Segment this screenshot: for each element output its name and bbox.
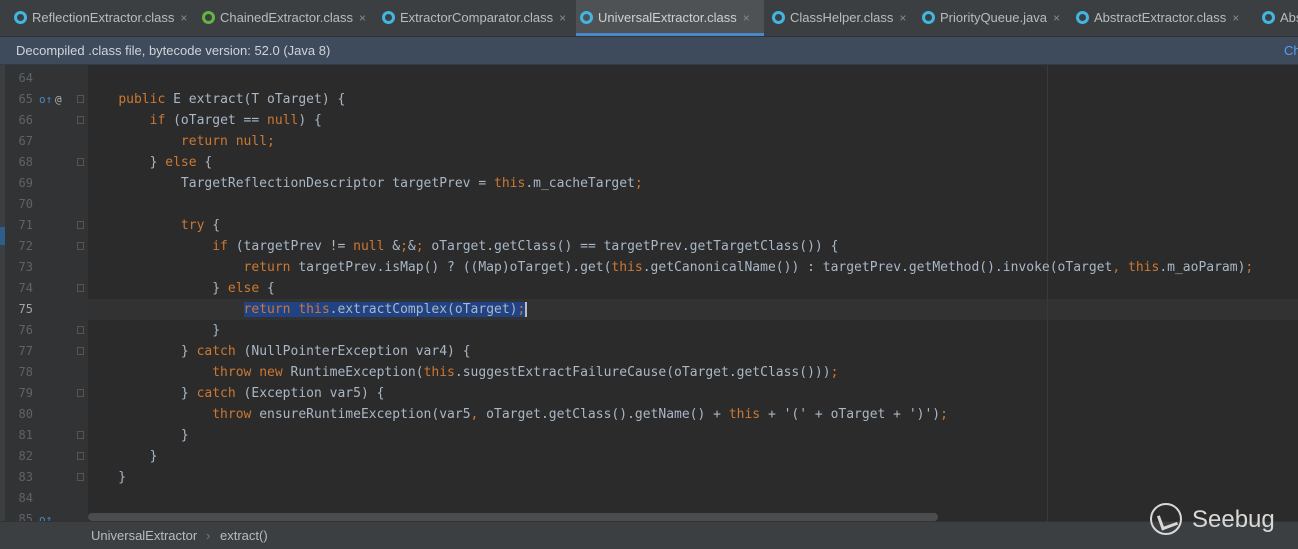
- editor-tab[interactable]: ClassHelper.class ×: [768, 0, 918, 36]
- tab-label: UniversalExtractor.class: [598, 10, 737, 25]
- fold-marker-icon[interactable]: [77, 284, 84, 292]
- line-number: 84: [18, 491, 33, 505]
- code-line[interactable]: } catch (Exception var5) {: [87, 383, 385, 404]
- decompiled-info-bar: Decompiled .class file, bytecode version…: [0, 37, 1298, 65]
- code-line[interactable]: TargetReflectionDescriptor targetPrev = …: [87, 173, 643, 194]
- code-line[interactable]: } else {: [87, 152, 213, 173]
- class-icon: [1076, 11, 1089, 25]
- close-icon[interactable]: ×: [1053, 11, 1060, 25]
- tab-label: ExtractorComparator.class: [400, 10, 554, 25]
- line-number: 78: [18, 365, 33, 379]
- line-number: 68: [18, 155, 33, 169]
- fold-marker-icon[interactable]: [77, 452, 84, 460]
- code-line[interactable]: } else {: [87, 278, 275, 299]
- code-line[interactable]: throw new RuntimeException(this.suggestE…: [87, 362, 838, 383]
- line-number: 76: [18, 323, 33, 337]
- code-line[interactable]: return targetPrev.isMap() ? ((Map)oTarge…: [87, 257, 1254, 278]
- close-icon[interactable]: ×: [359, 11, 366, 25]
- right-margin-guide: [1047, 65, 1048, 521]
- class-icon: [382, 11, 395, 25]
- line-number: 70: [18, 197, 33, 211]
- fold-marker-icon[interactable]: [77, 95, 84, 103]
- fold-marker-icon[interactable]: [77, 221, 84, 229]
- code-line[interactable]: }: [87, 425, 189, 446]
- line-number: 73: [18, 260, 33, 274]
- fold-marker-icon[interactable]: [77, 347, 84, 355]
- fold-marker-icon[interactable]: [77, 326, 84, 334]
- line-number: 80: [18, 407, 33, 421]
- decompiled-info-message: Decompiled .class file, bytecode version…: [16, 43, 331, 58]
- editor-tab[interactable]: PriorityQueue.java ×: [918, 0, 1072, 36]
- line-number: 66: [18, 113, 33, 127]
- code-line[interactable]: public E extract(T oTarget) {: [87, 89, 345, 110]
- line-number: 65: [18, 92, 33, 106]
- close-icon[interactable]: ×: [1232, 11, 1239, 25]
- code-line[interactable]: return null;: [87, 131, 275, 152]
- editor-tab[interactable]: ReflectionExtractor.class ×: [10, 0, 198, 36]
- class-icon: [772, 11, 785, 25]
- code-line[interactable]: try {: [87, 215, 220, 236]
- line-number: 79: [18, 386, 33, 400]
- line-number: 77: [18, 344, 33, 358]
- override-method-icon[interactable]: o↑: [39, 89, 52, 110]
- editor-tab[interactable]: UniversalExtractor.class ×: [576, 0, 764, 36]
- tab-label: AbstractExtractor.class: [1094, 10, 1227, 25]
- close-icon[interactable]: ×: [743, 11, 750, 25]
- editor-tab[interactable]: Abs: [1258, 0, 1298, 36]
- line-number: 74: [18, 281, 33, 295]
- tab-label: ReflectionExtractor.class: [32, 10, 175, 25]
- code-line[interactable]: }: [87, 320, 220, 341]
- tab-label: ClassHelper.class: [790, 10, 894, 25]
- choose-sources-link[interactable]: Ch: [1284, 37, 1298, 64]
- code-line[interactable]: }: [87, 467, 126, 488]
- line-number: 82: [18, 449, 33, 463]
- tab-label: PriorityQueue.java: [940, 10, 1047, 25]
- seebug-logo-icon: [1150, 503, 1182, 535]
- class-icon: [202, 11, 215, 25]
- editor-tab[interactable]: AbstractExtractor.class ×: [1072, 0, 1258, 36]
- class-icon: [1262, 11, 1275, 25]
- fold-marker-icon[interactable]: [77, 389, 84, 397]
- line-number: 64: [18, 71, 33, 85]
- line-number: 69: [18, 176, 33, 190]
- fold-marker-icon[interactable]: [77, 473, 84, 481]
- class-icon: [580, 11, 593, 25]
- fold-marker-icon[interactable]: [77, 158, 84, 166]
- close-icon[interactable]: ×: [180, 11, 187, 25]
- close-icon[interactable]: ×: [899, 11, 906, 25]
- class-icon: [922, 11, 935, 25]
- code-line[interactable]: throw ensureRuntimeException(var5, oTarg…: [87, 404, 948, 425]
- code-line[interactable]: if (targetPrev != null &;&; oTarget.getC…: [87, 236, 838, 257]
- editor-tab[interactable]: ExtractorComparator.class ×: [378, 0, 576, 36]
- watermark-text: Seebug: [1192, 506, 1275, 533]
- close-icon[interactable]: ×: [559, 11, 566, 25]
- class-icon: [14, 11, 27, 25]
- line-number: 81: [18, 428, 33, 442]
- code-line[interactable]: return this.extractComplex(oTarget);: [87, 299, 528, 320]
- annotation-icon: @: [55, 93, 62, 106]
- breadcrumb: UniversalExtractor › extract(): [0, 521, 1298, 549]
- line-number: 67: [18, 134, 33, 148]
- tab-label: Abs: [1280, 10, 1298, 25]
- code-line[interactable]: if (oTarget == null) {: [87, 110, 322, 131]
- horizontal-scrollbar[interactable]: [88, 513, 938, 521]
- tab-label: ChainedExtractor.class: [220, 10, 353, 25]
- line-number: 71: [18, 218, 33, 232]
- seebug-watermark: Seebug: [1150, 500, 1290, 540]
- line-number: 83: [18, 470, 33, 484]
- editor-tab[interactable]: ChainedExtractor.class ×: [198, 0, 378, 36]
- code-line[interactable]: } catch (NullPointerException var4) {: [87, 341, 471, 362]
- fold-marker-icon[interactable]: [77, 242, 84, 250]
- fold-marker-icon[interactable]: [77, 116, 84, 124]
- breadcrumb-class[interactable]: UniversalExtractor: [91, 522, 197, 549]
- code-line[interactable]: }: [87, 446, 158, 467]
- line-number: 75: [18, 302, 33, 316]
- line-number: 72: [18, 239, 33, 253]
- breadcrumb-method[interactable]: extract(): [220, 522, 268, 549]
- breadcrumb-separator: ›: [206, 528, 211, 543]
- fold-marker-icon[interactable]: [77, 431, 84, 439]
- editor-tab-bar: ReflectionExtractor.class × ChainedExtract…: [0, 0, 1298, 37]
